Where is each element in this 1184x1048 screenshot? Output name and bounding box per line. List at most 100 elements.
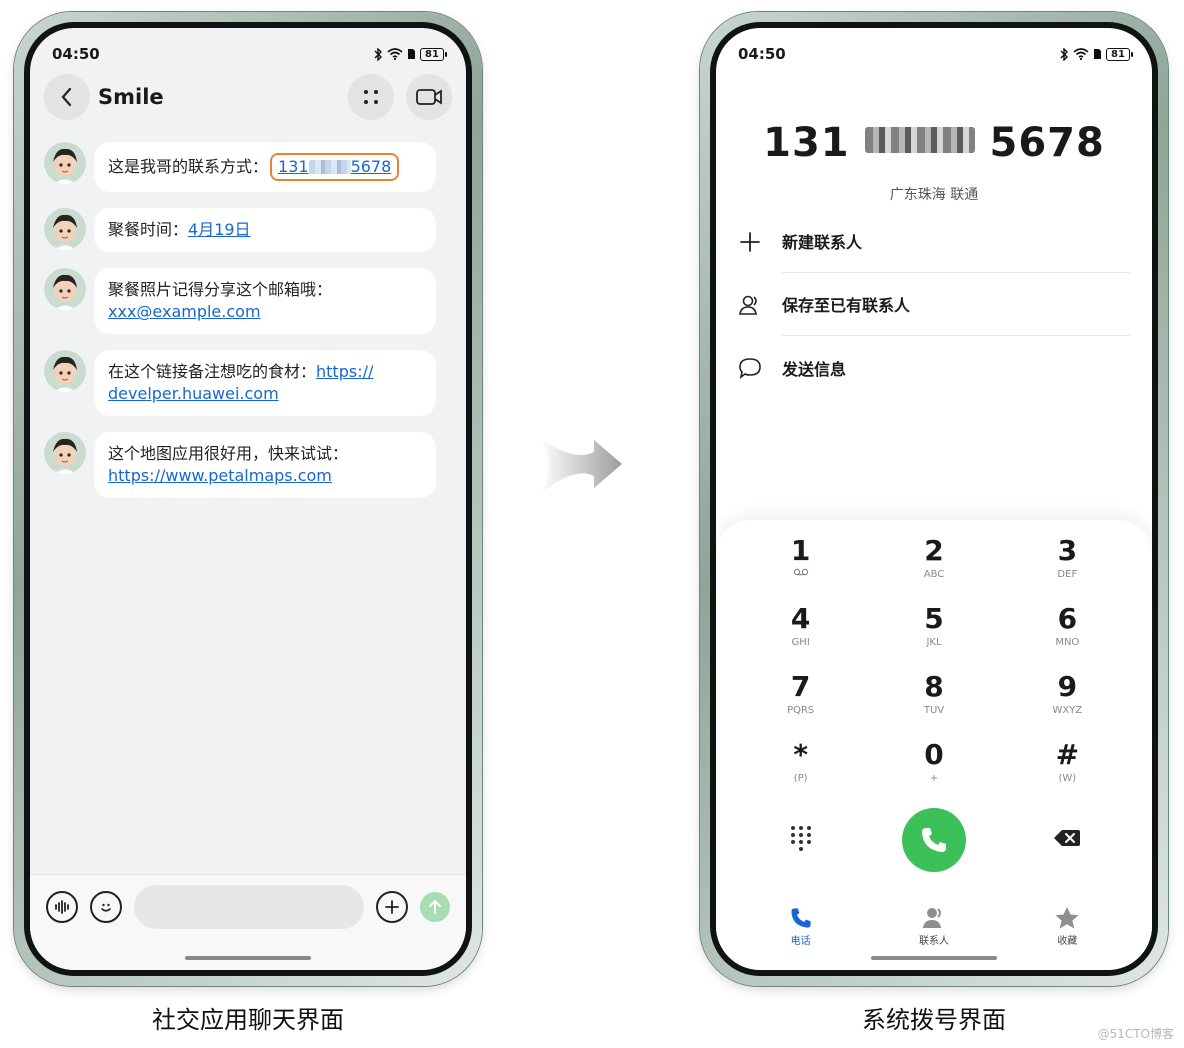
- key-4[interactable]: 4 GHI: [734, 602, 867, 662]
- message-icon: [738, 356, 762, 380]
- key-digit: 2: [924, 534, 944, 567]
- message-row: 聚餐时间：4月19日: [44, 208, 436, 252]
- key-0[interactable]: 0 +: [867, 738, 1000, 798]
- avatar[interactable]: [44, 208, 86, 250]
- keypad-grid: 1 2 ABC 3 DEF 4 GHI 5 JKL 6 MNO 7 PQRS 8 TUV 9 W…: [734, 534, 1134, 798]
- add-attachment-button[interactable]: [376, 891, 408, 923]
- backspace-icon: [1054, 830, 1081, 846]
- date-link[interactable]: 4月19日: [188, 220, 251, 239]
- message-bubble: 这个地图应用很好用，快来试试： https://www.petalmaps.co…: [94, 432, 436, 498]
- save-to-existing-contact-button[interactable]: 保存至已有联系人: [738, 273, 1130, 336]
- hide-keypad-button[interactable]: [790, 825, 812, 855]
- voice-input-button[interactable]: [46, 891, 78, 923]
- home-indicator[interactable]: [185, 956, 311, 960]
- key-digit: 8: [924, 670, 944, 703]
- battery-icon: 81: [1106, 47, 1133, 61]
- url-link-part2[interactable]: develper.huawei.com: [108, 384, 279, 403]
- key-letters: GHI: [791, 637, 810, 648]
- avatar-face-icon: [44, 432, 86, 474]
- emoji-button[interactable]: [90, 891, 122, 923]
- key-letters: JKL: [926, 637, 942, 648]
- home-indicator[interactable]: [871, 956, 997, 960]
- status-time: 04:50: [738, 45, 786, 63]
- dots-grid-icon: [364, 90, 378, 104]
- phone-number-link[interactable]: 131 5678: [270, 153, 400, 181]
- message-input[interactable]: [134, 885, 364, 929]
- input-row: [46, 885, 450, 929]
- email-link[interactable]: xxx@example.com: [108, 302, 261, 321]
- key-6[interactable]: 6 MNO: [1001, 602, 1134, 662]
- key-7[interactable]: 7 PQRS: [734, 670, 867, 730]
- key-letters: DEF: [1057, 569, 1078, 580]
- right-phone-bezel: 04:50 81 131 5678 广东珠海 联通 新建联系人 保存至已有联系人…: [710, 22, 1158, 976]
- voice-wave-icon: [55, 900, 69, 914]
- contacts-icon: [922, 908, 941, 928]
- right-phone-frame: 04:50 81 131 5678 广东珠海 联通 新建联系人 保存至已有联系人…: [700, 12, 1168, 986]
- message-row: 这个地图应用很好用，快来试试： https://www.petalmaps.co…: [44, 432, 436, 498]
- message-bubble: 聚餐照片记得分享这个邮箱哦： xxx@example.com: [94, 268, 436, 334]
- key-3[interactable]: 3 DEF: [1001, 534, 1134, 594]
- message-list: 这是我哥的联系方式： 131 5678 聚餐时间：4月19日 聚餐照片记得分享这…: [44, 142, 436, 514]
- key-2[interactable]: 2 ABC: [867, 534, 1000, 594]
- key-digit: *: [793, 738, 808, 771]
- chat-header: Smile: [44, 74, 452, 120]
- tab-contacts[interactable]: 联系人: [919, 906, 949, 947]
- call-button[interactable]: [901, 808, 966, 872]
- key-1[interactable]: 1: [734, 534, 867, 594]
- status-icons: 81: [1060, 47, 1133, 61]
- key-5[interactable]: 5 JKL: [867, 602, 1000, 662]
- plus-icon: [738, 230, 762, 254]
- status-time: 04:50: [52, 45, 100, 63]
- key-letters: WXYZ: [1052, 705, 1083, 716]
- key-digit: 3: [1057, 534, 1078, 567]
- url-link-part1[interactable]: https://: [316, 362, 373, 381]
- key-digit: #: [1055, 738, 1080, 771]
- avatar-face-icon: [44, 350, 86, 392]
- avatar[interactable]: [44, 268, 86, 310]
- watermark: @51CTO博客: [1097, 1027, 1174, 1041]
- transition-arrow-icon: [540, 438, 622, 494]
- key-hash[interactable]: # (W): [1001, 738, 1134, 798]
- key-letters: (P): [793, 773, 808, 784]
- star-icon: [1055, 907, 1079, 929]
- new-contact-button[interactable]: 新建联系人: [738, 210, 1130, 273]
- message-row: 在这个链接备注想吃的食材：https:// develper.huawei.co…: [44, 350, 436, 416]
- bottom-tab-bar: 电话 联系人 收藏: [734, 906, 1134, 947]
- tab-label: 电话: [790, 936, 811, 947]
- send-message-button[interactable]: 发送信息: [738, 336, 1130, 399]
- phone-icon: [791, 908, 811, 928]
- key-8[interactable]: 8 TUV: [867, 670, 1000, 730]
- sim-icon: [1094, 49, 1101, 59]
- backspace-button[interactable]: [1053, 829, 1081, 851]
- key-digit: 1: [790, 534, 811, 567]
- action-label: 新建联系人: [782, 210, 1130, 273]
- action-label: 保存至已有联系人: [782, 273, 1130, 336]
- keypad-dots-icon: [790, 826, 811, 851]
- message-text: 聚餐时间：: [108, 220, 189, 239]
- map-url-link[interactable]: https://www.petalmaps.com: [108, 466, 332, 485]
- tab-favorites[interactable]: 收藏: [1054, 906, 1080, 947]
- phone-handset-icon: [921, 828, 946, 852]
- number-prefix: 131: [763, 120, 850, 166]
- key-9[interactable]: 9 WXYZ: [1001, 670, 1134, 730]
- video-call-button[interactable]: [406, 74, 452, 120]
- status-bar: 04:50 81: [52, 42, 447, 66]
- send-button[interactable]: [420, 892, 450, 922]
- message-row: 聚餐照片记得分享这个邮箱哦： xxx@example.com: [44, 268, 436, 334]
- key-digit: 9: [1057, 670, 1078, 703]
- key-digit: 4: [790, 602, 811, 635]
- key-letters: TUV: [923, 705, 945, 716]
- avatar[interactable]: [44, 350, 86, 392]
- phone-suffix: 5678: [350, 157, 392, 176]
- key-star[interactable]: * (P): [734, 738, 867, 798]
- number-suffix: 5678: [989, 120, 1105, 166]
- key-digit: 6: [1057, 602, 1078, 635]
- avatar[interactable]: [44, 142, 86, 184]
- dialer-screen: 04:50 81 131 5678 广东珠海 联通 新建联系人 保存至已有联系人…: [716, 28, 1152, 970]
- more-options-button[interactable]: [348, 74, 394, 120]
- tab-phone[interactable]: 电话: [789, 906, 813, 947]
- arrow-up-icon: [429, 899, 441, 914]
- call-row: [734, 808, 1134, 872]
- avatar[interactable]: [44, 432, 86, 474]
- back-button[interactable]: [44, 74, 90, 120]
